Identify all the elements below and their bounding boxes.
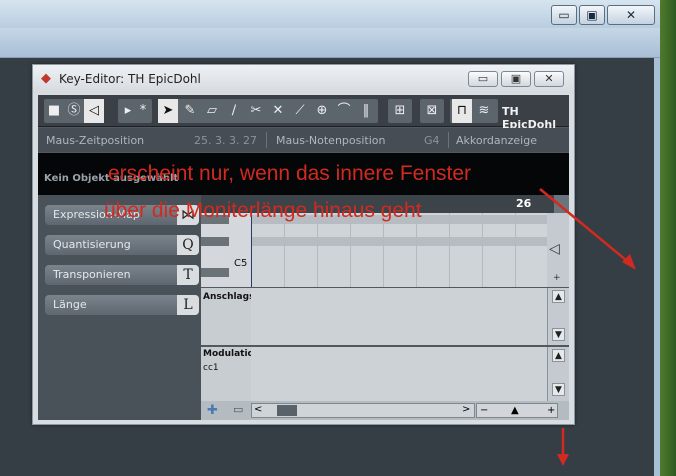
arrow-diagonal xyxy=(539,188,633,266)
annotation-arrows xyxy=(539,188,636,466)
arrow-down-head-icon xyxy=(557,454,569,466)
arrow-diagonal-head-icon xyxy=(622,254,636,270)
